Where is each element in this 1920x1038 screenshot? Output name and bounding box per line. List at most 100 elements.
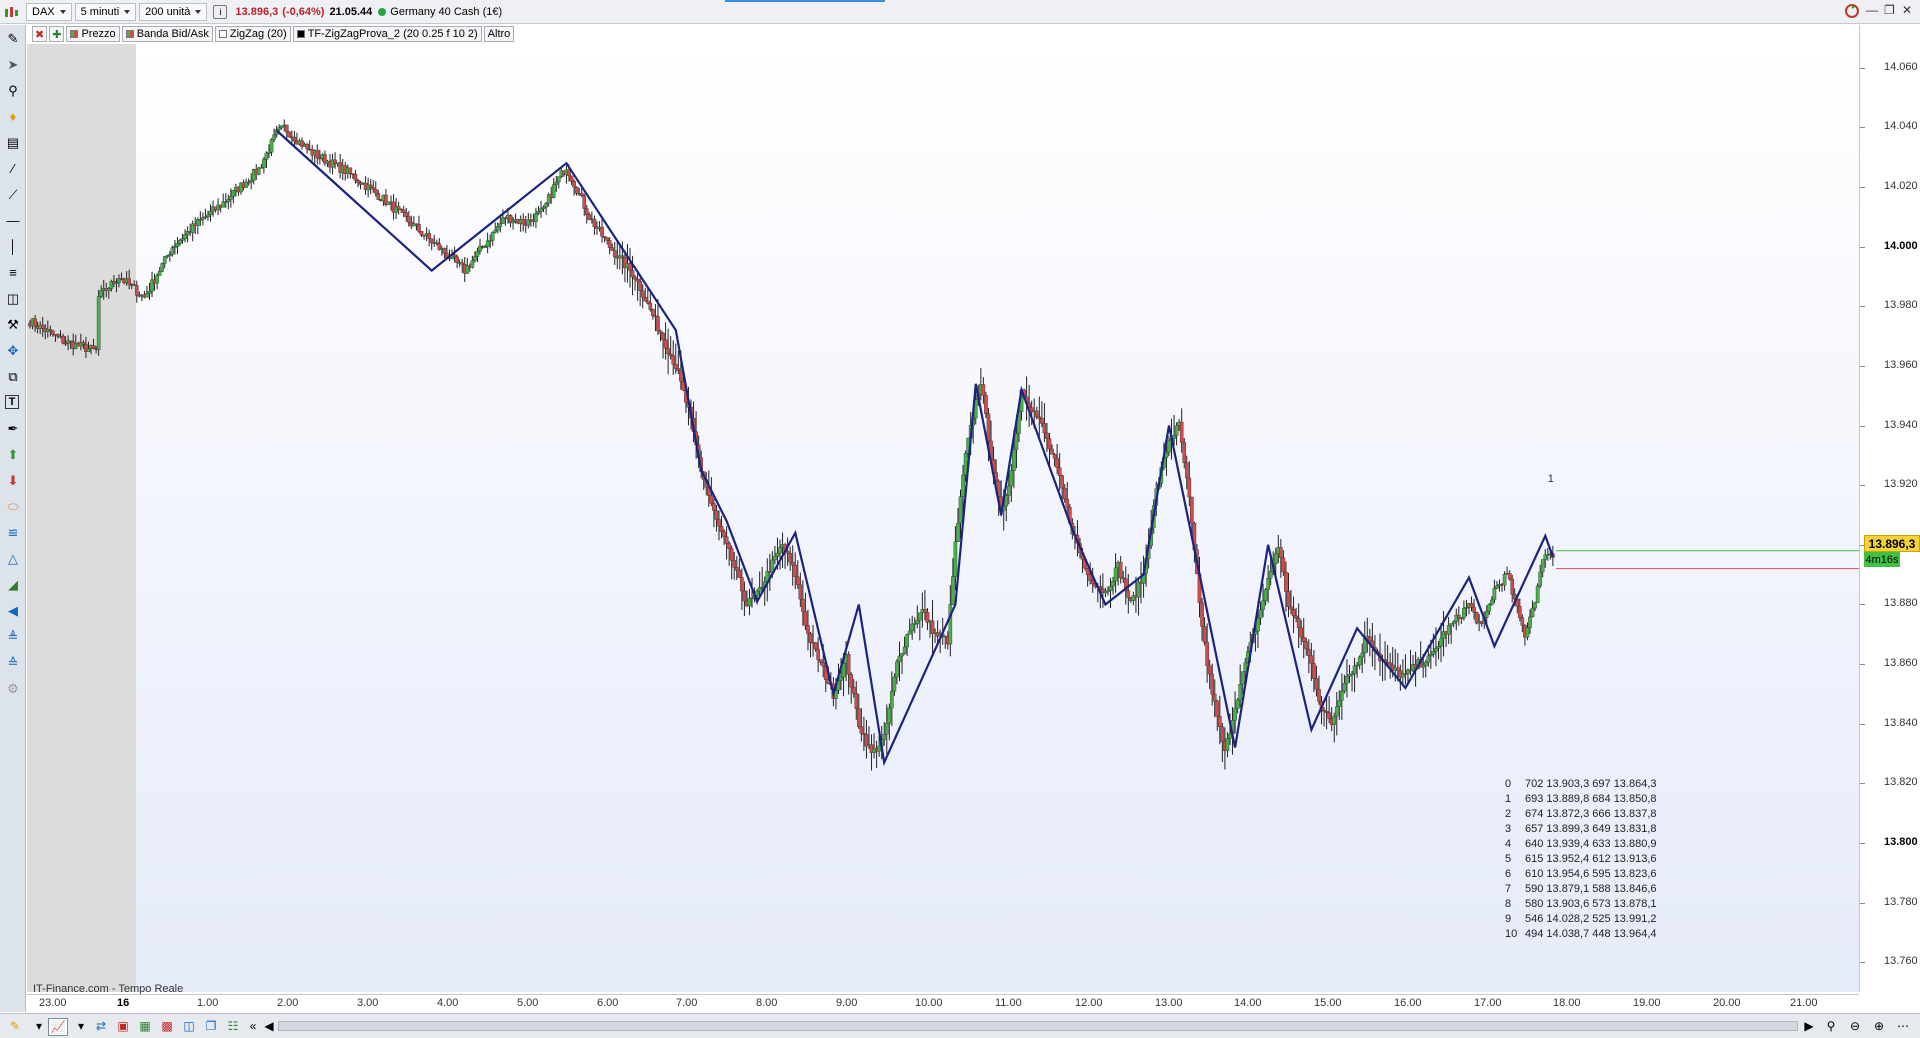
arrow-up-icon[interactable]: ⬆ <box>5 447 21 463</box>
legend-tfzigzag[interactable]: TF-ZigZagProva_2 (20 0.25 f 10 2) <box>292 26 482 42</box>
fib-extension-icon[interactable]: ≙ <box>5 655 21 671</box>
brush-icon[interactable]: ✒ <box>5 421 21 437</box>
minimize-icon[interactable]: — <box>1866 3 1878 17</box>
units-select[interactable]: 200 unità <box>139 2 208 21</box>
copy-icon[interactable]: ⧉ <box>5 369 21 385</box>
chevron-down-icon[interactable]: ▾ <box>72 1018 90 1034</box>
info-icon[interactable]: i <box>213 4 228 19</box>
segment-icon[interactable]: ∕ <box>5 161 21 177</box>
trash-icon[interactable]: ◫ <box>5 291 21 307</box>
bull-candle <box>1530 607 1535 618</box>
table-icon[interactable]: ☷ <box>224 1018 242 1034</box>
share-icon[interactable]: ⇄ <box>92 1018 110 1034</box>
pencil-icon[interactable]: ✎ <box>5 31 21 47</box>
pointer-icon[interactable]: ➤ <box>5 57 21 73</box>
bear-candle <box>371 187 376 190</box>
ruler-icon[interactable]: ▤ <box>5 135 21 151</box>
price-tick-label: 13.800 <box>1884 835 1918 848</box>
bear-candle <box>1052 454 1057 459</box>
zigzag-row-index: 5 <box>1505 853 1512 865</box>
close-icon[interactable]: ✕ <box>1902 3 1912 17</box>
time-tick-label: 9.00 <box>836 997 858 1009</box>
legend-bidask[interactable]: Banda Bid/Ask <box>121 26 213 42</box>
channel-icon[interactable]: ≡ <box>5 265 21 281</box>
bear-candle <box>1301 637 1306 642</box>
horizontal-scrollbar[interactable] <box>278 1021 1798 1031</box>
arrow-down-icon[interactable]: ⬇ <box>5 473 21 489</box>
alarm-bell-icon[interactable]: ♦ <box>5 109 21 125</box>
move-icon[interactable]: ✥ <box>5 343 21 359</box>
bear-candle <box>737 570 742 578</box>
zoom-out-icon[interactable]: ⊖ <box>1846 1018 1864 1034</box>
bear-candle <box>452 254 457 258</box>
indicator-icon[interactable]: ▦ <box>136 1018 154 1034</box>
add-indicator-button[interactable]: ✚ <box>49 26 65 42</box>
pencil-icon[interactable]: ✎ <box>6 1018 24 1034</box>
chevron-down-icon <box>124 9 131 14</box>
fibonacci-icon[interactable]: ≌ <box>5 525 21 541</box>
time-axis[interactable]: 23.00 16 1.00 2.00 3.00 4.00 5.00 6.00 7.00 8.00 9… <box>27 994 1859 1012</box>
scroll-right-icon[interactable]: ▶ <box>1800 1018 1818 1034</box>
bear-candle <box>1312 663 1316 679</box>
bull-candle <box>1487 604 1492 612</box>
pattern-icon[interactable]: ◀ <box>5 603 21 619</box>
bull-candle <box>1228 733 1232 739</box>
text-tool-icon[interactable]: T <box>5 395 19 409</box>
bull-candle <box>1225 738 1230 751</box>
chevron-down-icon <box>195 9 202 14</box>
bull-candle <box>1012 449 1016 471</box>
bull-candle <box>1273 553 1278 565</box>
chart-type-icon[interactable] <box>0 2 22 22</box>
split-chart-icon[interactable]: ▩ <box>158 1018 176 1034</box>
zoom-fit-icon[interactable]: ⚲ <box>1822 1018 1840 1034</box>
zigzag-row-values: 674 13.872,3 666 13.837,8 <box>1525 808 1657 820</box>
bear-candle <box>643 297 648 302</box>
bull-candle <box>953 541 958 577</box>
scroll-left-icon[interactable]: ◀ <box>260 1018 278 1034</box>
windows-icon[interactable]: ❐ <box>202 1018 220 1034</box>
bear-candle <box>1118 561 1123 578</box>
zigzag-row-values: 580 13.903,6 573 13.878,1 <box>1525 898 1657 910</box>
bull-candle <box>551 184 556 198</box>
price-tick-mark <box>1860 842 1865 844</box>
bear-candle <box>673 364 678 369</box>
legend-price[interactable]: Prezzo <box>66 26 120 42</box>
bear-candle <box>134 285 139 296</box>
legend-more[interactable]: Altro <box>483 26 515 42</box>
bear-candle <box>353 174 358 181</box>
vertical-line-icon[interactable]: │ <box>5 239 21 255</box>
quote-strip: i 13.896,3 (-0,64%) 21.05.44 Germany 40 … <box>213 4 502 19</box>
timeframe-select[interactable]: 5 minuti <box>74 2 137 21</box>
chart-style-icon[interactable]: 📈 <box>48 1018 68 1036</box>
hammer-icon[interactable]: ⚒ <box>5 317 21 333</box>
bear-candle <box>859 726 864 734</box>
symbol-select[interactable]: DAX <box>26 2 72 21</box>
zigzag-row-index: 2 <box>1505 808 1512 820</box>
triangle-icon[interactable]: △ <box>5 551 21 567</box>
bear-candle <box>292 136 297 142</box>
refresh-icon[interactable] <box>1844 3 1860 22</box>
bear-candle <box>1314 678 1319 690</box>
price-axis[interactable]: 14.060 14.040 14.020 14.000 13.980 13.960 13.9… <box>1859 25 1920 992</box>
chat-icon[interactable]: ◫ <box>180 1018 198 1034</box>
time-tick-label: 1.00 <box>197 997 219 1009</box>
trend-icon[interactable]: ▣ <box>114 1018 132 1034</box>
bull-candle <box>1462 607 1466 619</box>
horizontal-line-icon[interactable]: ― <box>5 213 21 229</box>
price-tick-mark <box>1860 664 1865 666</box>
line-icon[interactable]: ⟋ <box>5 187 21 203</box>
candle-timer-tag: 4m16s <box>1864 552 1900 567</box>
ellipse-icon[interactable]: ⬭ <box>5 499 21 515</box>
zoom-in-icon[interactable]: ⊕ <box>1870 1018 1888 1034</box>
zoom-icon[interactable]: ⚲ <box>5 83 21 99</box>
chevron-down-icon[interactable]: ▾ <box>30 1018 48 1034</box>
restore-icon[interactable]: ❐ <box>1884 3 1895 17</box>
settings-icon[interactable]: ⚙ <box>5 681 21 697</box>
legend-price-label: Prezzo <box>81 28 116 40</box>
fib-fan-icon[interactable]: ≜ <box>5 629 21 645</box>
remove-chart-button[interactable]: ✖ <box>32 26 48 42</box>
legend-zigzag[interactable]: ZigZag (20) <box>214 26 291 42</box>
gann-icon[interactable]: ◢ <box>5 577 21 593</box>
more-options-icon[interactable]: ⋯ <box>1894 1018 1912 1034</box>
bear-candle <box>729 548 734 561</box>
